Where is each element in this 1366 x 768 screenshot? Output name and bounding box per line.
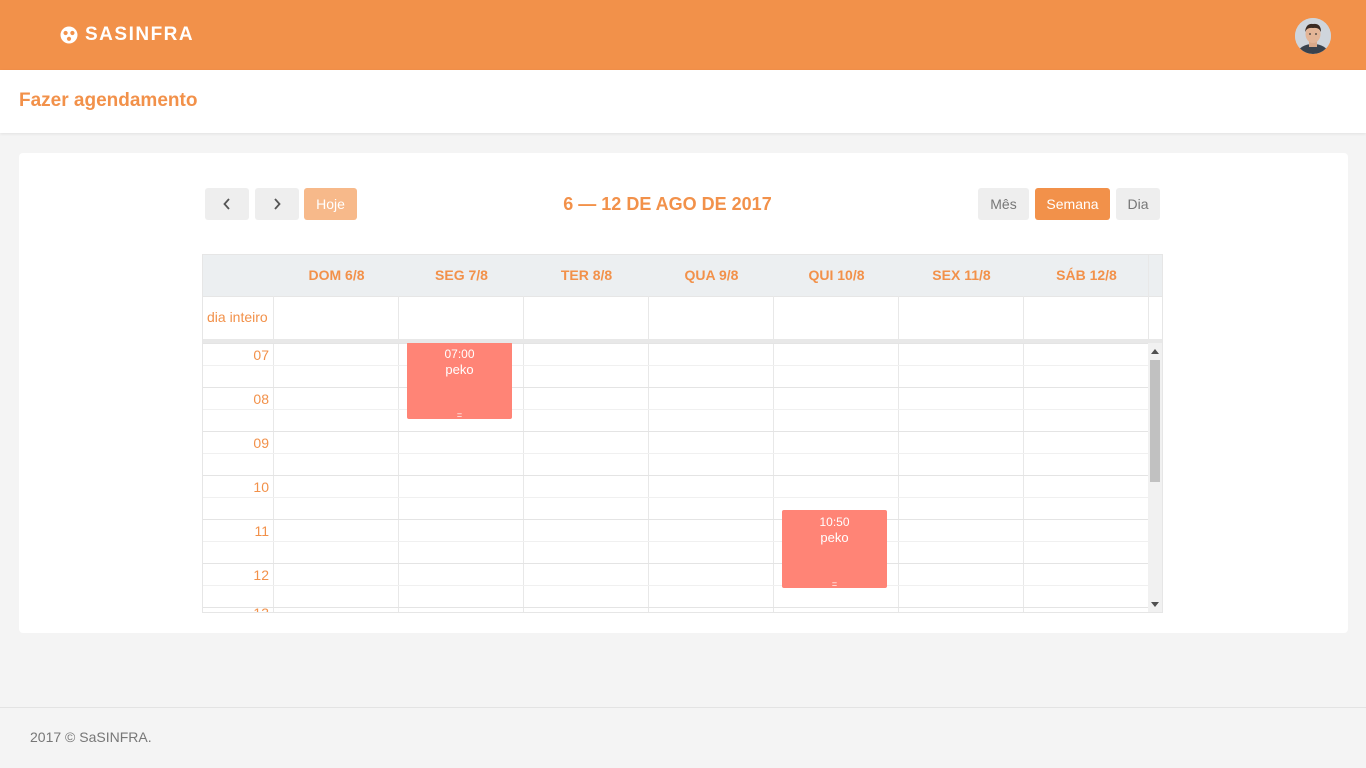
- view-week-button[interactable]: Semana: [1035, 188, 1110, 220]
- half-hour-line: [203, 541, 1148, 542]
- next-week-button[interactable]: [255, 188, 299, 220]
- footer: 2017 © SaSINFRA.: [0, 707, 1366, 768]
- view-month-button[interactable]: Mês: [978, 188, 1029, 220]
- hour-line: [203, 563, 1148, 564]
- scrollbar-thumb[interactable]: [1150, 360, 1160, 482]
- top-navbar: SASINFRA: [0, 0, 1366, 70]
- week-calendar: DOM 6/8 SEG 7/8 TER 8/8 QUA 9/8 QUI 10/8…: [202, 254, 1163, 613]
- hour-line: [203, 431, 1148, 432]
- today-button[interactable]: Hoje: [304, 188, 357, 220]
- prev-week-button[interactable]: [205, 188, 249, 220]
- all-day-label: dia inteiro: [207, 309, 268, 325]
- scroll-up-arrow-icon[interactable]: [1151, 349, 1159, 354]
- half-hour-line: [203, 453, 1148, 454]
- day-header-sun: DOM 6/8: [308, 267, 365, 283]
- day-header-fri: SEX 11/8: [932, 267, 991, 283]
- day-header-wed: QUA 9/8: [684, 267, 739, 283]
- event-resize-handle[interactable]: =: [407, 410, 512, 420]
- all-day-row[interactable]: dia inteiro: [203, 296, 1162, 339]
- hour-label: 10: [253, 479, 269, 495]
- event-title: peko: [445, 362, 474, 377]
- time-grid[interactable]: 07 08 09 10 11 12 13 07:00 peko = 10:50 …: [203, 343, 1148, 613]
- hour-line: [203, 475, 1148, 476]
- day-header-mon: SEG 7/8: [435, 267, 488, 283]
- brand-logo-icon: [60, 26, 78, 44]
- hour-label: 11: [254, 523, 269, 539]
- calendar-card: Hoje 6 — 12 DE AGO DE 2017 Mês Semana Di…: [19, 153, 1348, 633]
- hour-label: 08: [253, 391, 269, 407]
- hour-label: 13: [253, 605, 269, 613]
- brand[interactable]: SASINFRA: [60, 23, 194, 47]
- hour-label: 09: [253, 435, 269, 451]
- event-title: peko: [820, 530, 849, 545]
- user-avatar-icon: [1295, 18, 1331, 54]
- hour-line: [203, 387, 1148, 388]
- column-divider: [1148, 255, 1149, 339]
- time-grid-scrollbar[interactable]: [1148, 343, 1162, 612]
- calendar-event[interactable]: 07:00 peko =: [407, 343, 512, 420]
- footer-copyright: 2017 © SaSINFRA.: [30, 729, 152, 745]
- event-time: 07:00: [444, 347, 475, 361]
- day-header-thu: QUI 10/8: [808, 267, 865, 283]
- half-hour-line: [203, 365, 1148, 366]
- event-resize-handle[interactable]: =: [782, 579, 887, 589]
- hour-label: 07: [253, 347, 269, 363]
- event-time: 10:50: [819, 515, 850, 529]
- page-title: Fazer agendamento: [19, 90, 198, 111]
- scroll-down-arrow-icon[interactable]: [1151, 602, 1159, 607]
- calendar-event[interactable]: 10:50 peko =: [782, 510, 887, 589]
- day-header-tue: TER 8/8: [560, 267, 613, 283]
- hour-line: [203, 607, 1148, 608]
- view-day-button[interactable]: Dia: [1116, 188, 1160, 220]
- day-header-sat: SÁB 12/8: [1056, 267, 1117, 283]
- half-hour-line: [203, 409, 1148, 410]
- chevron-left-icon: [223, 198, 230, 210]
- page-header: Fazer agendamento: [0, 70, 1366, 133]
- half-hour-line: [203, 497, 1148, 498]
- hour-line: [203, 519, 1148, 520]
- hour-line: [203, 343, 1148, 344]
- chevron-right-icon: [274, 198, 281, 210]
- hour-label: 12: [253, 567, 269, 583]
- day-header-row: DOM 6/8 SEG 7/8 TER 8/8 QUA 9/8 QUI 10/8…: [203, 255, 1162, 296]
- app-name: SASINFRA: [85, 24, 195, 45]
- date-range-title: 6 — 12 DE AGO DE 2017: [563, 194, 772, 214]
- half-hour-line: [203, 585, 1148, 586]
- user-avatar[interactable]: [1295, 18, 1331, 54]
